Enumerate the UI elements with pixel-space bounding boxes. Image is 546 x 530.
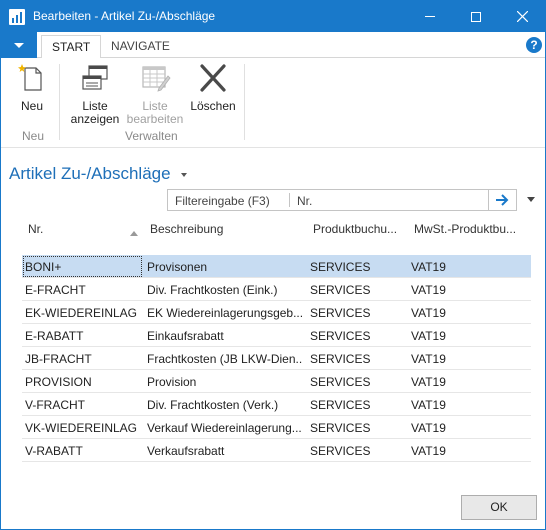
edit-list-label-2: bearbeiten bbox=[126, 112, 184, 126]
filter-field-select[interactable]: Nr. bbox=[297, 194, 312, 208]
cell-beschreibung: Einkaufsrabatt bbox=[147, 329, 224, 343]
cell-beschreibung: Frachtkosten (JB LKW-Dien... bbox=[147, 352, 303, 366]
cell-nr: VK-WIEDEREINLAG bbox=[25, 421, 138, 435]
cell-mwst: VAT19 bbox=[411, 329, 446, 343]
cell-produkt: SERVICES bbox=[310, 421, 371, 435]
cell-beschreibung: Verkaufsrabatt bbox=[147, 444, 225, 458]
cell-nr: V-RABATT bbox=[25, 444, 83, 458]
column-header-beschreibung[interactable]: Beschreibung bbox=[150, 222, 223, 236]
cell-beschreibung: Div. Frachtkosten (Eink.) bbox=[147, 283, 278, 297]
delete-button[interactable]: Löschen bbox=[189, 62, 237, 113]
cell-nr: V-FRACHT bbox=[25, 398, 85, 412]
filter-input[interactable]: Filtereingabe (F3) bbox=[175, 194, 270, 208]
cell-nr: EK-WIEDEREINLAG bbox=[25, 306, 138, 320]
cell-mwst: VAT19 bbox=[411, 260, 446, 274]
table-row[interactable]: E-FRACHT Div. Frachtkosten (Eink.) SERVI… bbox=[22, 278, 531, 301]
cell-mwst: VAT19 bbox=[411, 444, 446, 458]
filter-divider bbox=[488, 190, 489, 210]
sort-ascending-icon bbox=[130, 231, 138, 236]
chevron-down-icon bbox=[180, 172, 187, 177]
cell-mwst: VAT19 bbox=[411, 421, 446, 435]
title-bar: Bearbeiten - Artikel Zu-/Abschläge bbox=[1, 1, 545, 32]
cell-mwst: VAT19 bbox=[411, 283, 446, 297]
close-button[interactable] bbox=[499, 1, 545, 32]
ribbon: Neu Neu Liste anzeigen Liste bearbeiten … bbox=[1, 58, 545, 148]
table-row[interactable]: EK-WIEDEREINLAG EK Wiedereinlagerungsgeb… bbox=[22, 301, 531, 324]
table-header: Nr. Beschreibung Produktbuchu... MwSt.-P… bbox=[1, 215, 545, 255]
window-title: Bearbeiten - Artikel Zu-/Abschläge bbox=[33, 9, 216, 23]
cell-produkt: SERVICES bbox=[310, 329, 371, 343]
cell-beschreibung: Provisonen bbox=[147, 260, 208, 274]
cell-nr: PROVISION bbox=[25, 375, 92, 389]
column-header-produktbuchung[interactable]: Produktbuchu... bbox=[313, 222, 397, 236]
table-row[interactable]: PROVISION Provision SERVICES VAT19 bbox=[22, 370, 531, 393]
tab-start[interactable]: START bbox=[41, 35, 102, 59]
delete-x-icon bbox=[197, 62, 229, 94]
group-label-verwalten: Verwalten bbox=[125, 129, 178, 143]
table-row[interactable]: BONI+ Provisonen SERVICES VAT19 bbox=[22, 255, 531, 278]
edit-list-icon bbox=[139, 62, 171, 94]
table-row[interactable]: VK-WIEDEREINLAG Verkauf Wiedereinlagerun… bbox=[22, 416, 531, 439]
page-title-text: Artikel Zu-/Abschläge bbox=[9, 164, 171, 183]
cell-produkt: SERVICES bbox=[310, 444, 371, 458]
maximize-icon bbox=[471, 11, 481, 22]
cell-produkt: SERVICES bbox=[310, 352, 371, 366]
ribbon-separator bbox=[244, 64, 245, 140]
cell-produkt: SERVICES bbox=[310, 306, 371, 320]
cell-produkt: SERVICES bbox=[310, 375, 371, 389]
maximize-button[interactable] bbox=[453, 1, 499, 32]
ribbon-separator bbox=[59, 64, 60, 140]
cell-nr: BONI+ bbox=[25, 260, 62, 274]
tab-navigate[interactable]: NAVIGATE bbox=[101, 35, 180, 59]
table-row[interactable]: V-RABATT Verkaufsrabatt SERVICES VAT19 bbox=[22, 439, 531, 462]
cell-mwst: VAT19 bbox=[411, 306, 446, 320]
new-button-label: Neu bbox=[20, 99, 43, 113]
show-list-label-2: anzeigen bbox=[70, 112, 120, 126]
cell-nr: JB-FRACHT bbox=[25, 352, 92, 366]
cell-nr: E-RABATT bbox=[25, 329, 84, 343]
help-icon[interactable]: ? bbox=[526, 37, 542, 53]
cell-mwst: VAT19 bbox=[411, 352, 446, 366]
new-button[interactable]: Neu bbox=[15, 62, 49, 113]
close-icon bbox=[516, 11, 528, 22]
page-title[interactable]: Artikel Zu-/Abschläge bbox=[9, 164, 187, 184]
delete-button-label: Löschen bbox=[190, 99, 236, 113]
ribbon-tabs: START NAVIGATE ? bbox=[1, 32, 545, 59]
arrow-right-icon bbox=[496, 194, 509, 206]
app-menu-button[interactable] bbox=[1, 32, 37, 58]
cell-produkt: SERVICES bbox=[310, 398, 371, 412]
cell-beschreibung: Div. Frachtkosten (Verk.) bbox=[147, 398, 279, 412]
app-icon bbox=[9, 9, 25, 25]
table-row[interactable]: E-RABATT Einkaufsrabatt SERVICES VAT19 bbox=[22, 324, 531, 347]
cell-mwst: VAT19 bbox=[411, 398, 446, 412]
table-row[interactable]: JB-FRACHT Frachtkosten (JB LKW-Dien... S… bbox=[22, 347, 531, 370]
cell-mwst: VAT19 bbox=[411, 375, 446, 389]
minimize-button[interactable] bbox=[407, 1, 453, 32]
filter-divider bbox=[289, 193, 290, 207]
table-body: BONI+ Provisonen SERVICES VAT19 E-FRACHT… bbox=[22, 255, 531, 462]
cell-beschreibung: EK Wiedereinlagerungsgeb... bbox=[147, 306, 303, 320]
table-row[interactable]: V-FRACHT Div. Frachtkosten (Verk.) SERVI… bbox=[22, 393, 531, 416]
chevron-down-icon bbox=[14, 42, 24, 48]
cell-produkt: SERVICES bbox=[310, 283, 371, 297]
minimize-icon bbox=[425, 16, 435, 17]
filter-expand-icon[interactable] bbox=[527, 197, 535, 202]
filter-bar: Filtereingabe (F3) Nr. bbox=[167, 189, 517, 211]
cell-nr: E-FRACHT bbox=[25, 283, 86, 297]
new-document-icon bbox=[16, 62, 48, 94]
cell-beschreibung: Provision bbox=[147, 375, 197, 389]
group-label-neu: Neu bbox=[22, 129, 45, 143]
column-header-mwst[interactable]: MwSt.-Produktbu... bbox=[414, 222, 516, 236]
column-header-nr[interactable]: Nr. bbox=[28, 222, 43, 236]
apply-filter-button[interactable] bbox=[493, 192, 511, 208]
edit-list-button[interactable]: Liste bearbeiten bbox=[125, 62, 185, 126]
list-view-icon bbox=[79, 62, 111, 94]
cell-beschreibung: Verkauf Wiedereinlagerung... bbox=[147, 421, 302, 435]
cell-produkt: SERVICES bbox=[310, 260, 371, 274]
show-list-button[interactable]: Liste anzeigen bbox=[67, 62, 123, 126]
dialog-window: Bearbeiten - Artikel Zu-/Abschläge START… bbox=[0, 0, 546, 530]
ok-button[interactable]: OK bbox=[461, 495, 537, 520]
